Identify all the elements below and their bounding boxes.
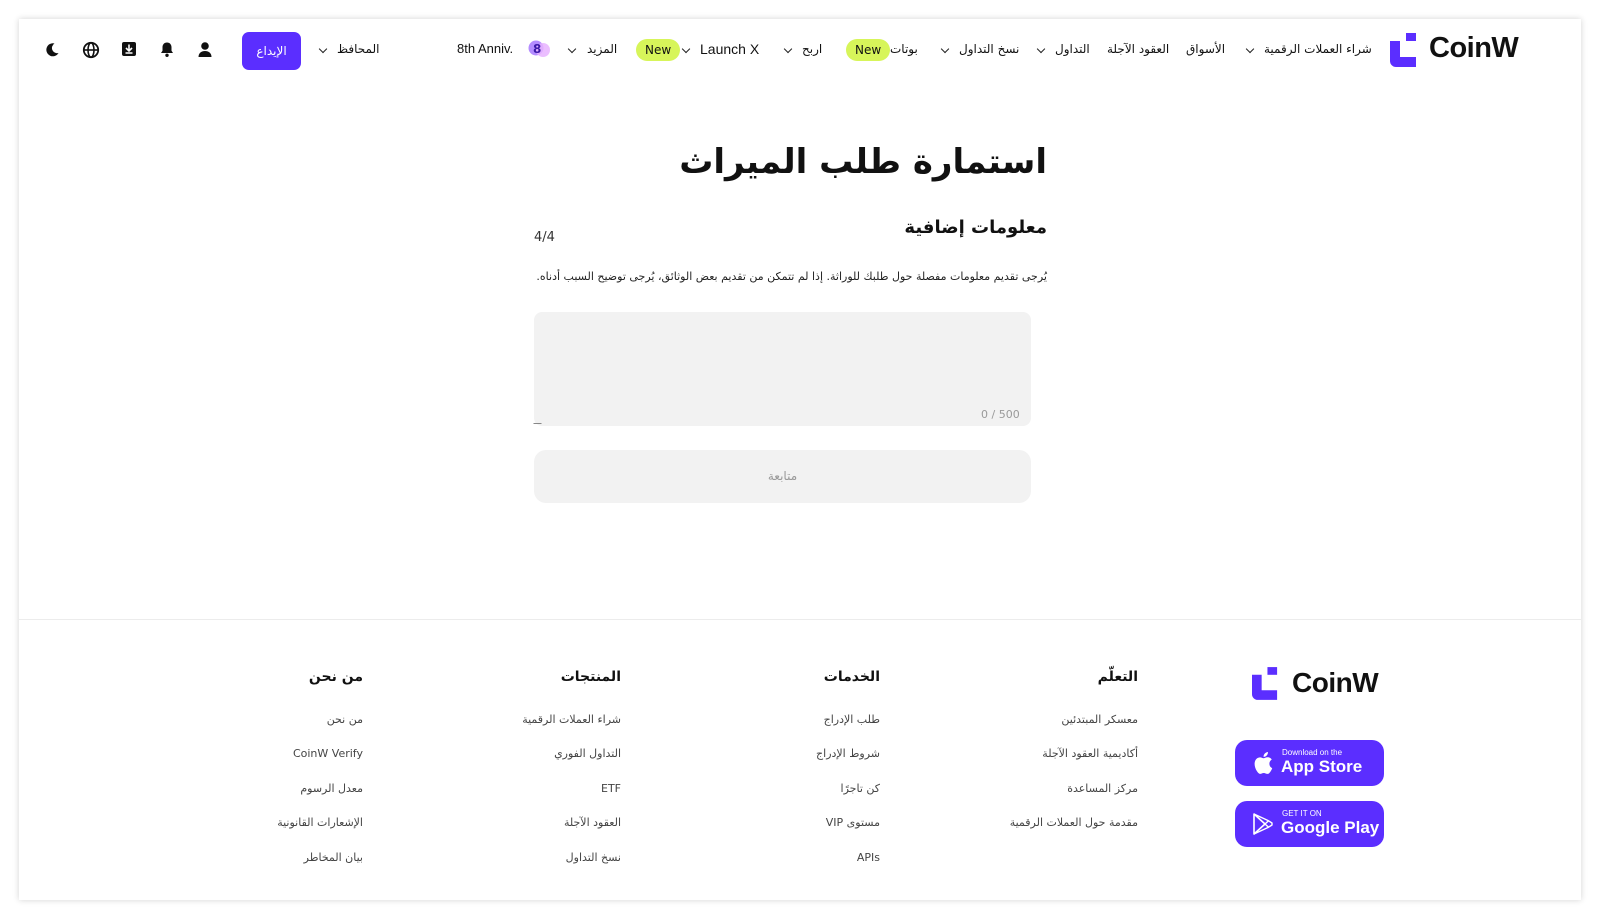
footer-logo-text[interactable]: CoinW bbox=[1292, 667, 1379, 699]
footer-link[interactable]: شراء العملات الرقمية bbox=[522, 713, 621, 726]
footer-link[interactable]: نسخ التداول bbox=[566, 851, 621, 864]
coinw-logo-icon[interactable] bbox=[1390, 33, 1419, 67]
chevron-down-icon bbox=[318, 44, 328, 54]
top-nav: الإيداع المحافظ 8th Anniv. 8 المزيد New … bbox=[19, 19, 1581, 83]
chevron-down-icon bbox=[1036, 44, 1046, 54]
footer-link[interactable]: من نحن bbox=[327, 713, 363, 726]
svg-text:8: 8 bbox=[533, 42, 541, 56]
chevron-down-icon bbox=[1245, 44, 1255, 54]
globe-icon[interactable] bbox=[82, 41, 100, 59]
footer-col-title-services: الخدمات bbox=[823, 669, 880, 685]
nav-anniversary[interactable]: 8th Anniv. bbox=[457, 41, 513, 56]
footer-link[interactable]: شروط الإدراج bbox=[816, 747, 880, 760]
google-play-button[interactable]: GET IT ON Google Play bbox=[1235, 801, 1384, 847]
footer-link[interactable]: معدل الرسوم bbox=[300, 782, 363, 795]
download-icon[interactable] bbox=[121, 41, 137, 57]
step-indicator: 4/4 bbox=[534, 230, 555, 245]
additional-info-textarea[interactable] bbox=[534, 312, 1031, 426]
footer-link[interactable]: CoinW Verify bbox=[293, 747, 363, 760]
nav-bots[interactable]: بوتات bbox=[890, 42, 918, 56]
footer-link[interactable]: التداول الفوري bbox=[554, 747, 621, 760]
footer-divider bbox=[19, 619, 1581, 620]
nav-copy-trading[interactable]: نسخ التداول bbox=[959, 42, 1019, 56]
chevron-down-icon bbox=[940, 44, 950, 54]
footer-link[interactable]: معسكر المبتدئين bbox=[1061, 713, 1138, 726]
footer-logo-icon[interactable] bbox=[1252, 667, 1280, 700]
char-counter: 0 / 500 bbox=[981, 408, 1020, 421]
page-frame: الإيداع المحافظ 8th Anniv. 8 المزيد New … bbox=[19, 19, 1581, 900]
nav-markets[interactable]: الأسواق bbox=[1186, 42, 1225, 56]
new-badge: New bbox=[846, 39, 891, 61]
nav-earn[interactable]: اربح bbox=[802, 42, 822, 56]
continue-button[interactable]: متابعة bbox=[534, 450, 1031, 503]
new-badge: New bbox=[636, 39, 681, 61]
chevron-down-icon bbox=[567, 44, 577, 54]
page-title: استمارة طلب الميراث bbox=[679, 142, 1047, 182]
footer-link[interactable]: مركز المساعدة bbox=[1067, 782, 1138, 795]
deposit-button[interactable]: الإيداع bbox=[242, 32, 301, 70]
google-play-big-text: Google Play bbox=[1281, 818, 1380, 837]
footer-link[interactable]: ETF bbox=[601, 782, 621, 795]
footer-link[interactable]: العقود الآجلة bbox=[564, 816, 621, 829]
footer-link[interactable]: الإشعارات القانونية bbox=[277, 816, 363, 829]
moon-icon[interactable] bbox=[44, 42, 60, 58]
footer-link[interactable]: مقدمة حول العملات الرقمية bbox=[1010, 816, 1138, 829]
bell-icon[interactable] bbox=[159, 41, 175, 58]
nav-trading[interactable]: التداول bbox=[1055, 42, 1090, 56]
google-play-icon bbox=[1253, 813, 1273, 835]
footer-link[interactable]: APIs bbox=[857, 851, 880, 864]
chevron-down-icon bbox=[783, 44, 793, 54]
logo-text[interactable]: CoinW bbox=[1429, 32, 1519, 65]
instruction-text: يُرجى تقديم معلومات مفصلة حول طلبك للورا… bbox=[536, 270, 1047, 283]
app-store-small-text: Download on the bbox=[1282, 748, 1343, 757]
footer-link[interactable]: مستوى VIP bbox=[826, 816, 880, 829]
footer-link[interactable]: أكاديمية العقود الآجلة bbox=[1042, 747, 1138, 760]
app-store-button[interactable]: Download on the App Store bbox=[1235, 740, 1384, 786]
section-title: معلومات إضافية bbox=[904, 217, 1047, 238]
footer-col-title-learn: التعلّم bbox=[1097, 669, 1138, 685]
footer-col-title-about: من نحن bbox=[308, 669, 363, 685]
chevron-down-icon bbox=[681, 44, 691, 54]
app-store-big-text: App Store bbox=[1281, 757, 1363, 776]
apple-icon bbox=[1254, 752, 1273, 774]
anniversary-icon: 8 bbox=[528, 40, 550, 57]
footer-link[interactable]: بيان المخاطر bbox=[304, 851, 363, 864]
nav-wallets[interactable]: المحافظ bbox=[337, 42, 379, 56]
footer-link[interactable]: كن تاجرًا bbox=[841, 782, 880, 795]
user-icon[interactable] bbox=[197, 41, 213, 58]
nav-futures[interactable]: العقود الآجلة bbox=[1107, 42, 1169, 56]
footer-col-title-products: المنتجات bbox=[560, 669, 621, 685]
google-play-small-text: GET IT ON bbox=[1282, 809, 1322, 818]
footer-link[interactable]: طلب الإدراج bbox=[824, 713, 880, 726]
nav-buy-crypto[interactable]: شراء العملات الرقمية bbox=[1264, 42, 1372, 56]
nav-more[interactable]: المزيد bbox=[587, 42, 617, 56]
nav-launchx[interactable]: Launch X bbox=[700, 41, 759, 57]
